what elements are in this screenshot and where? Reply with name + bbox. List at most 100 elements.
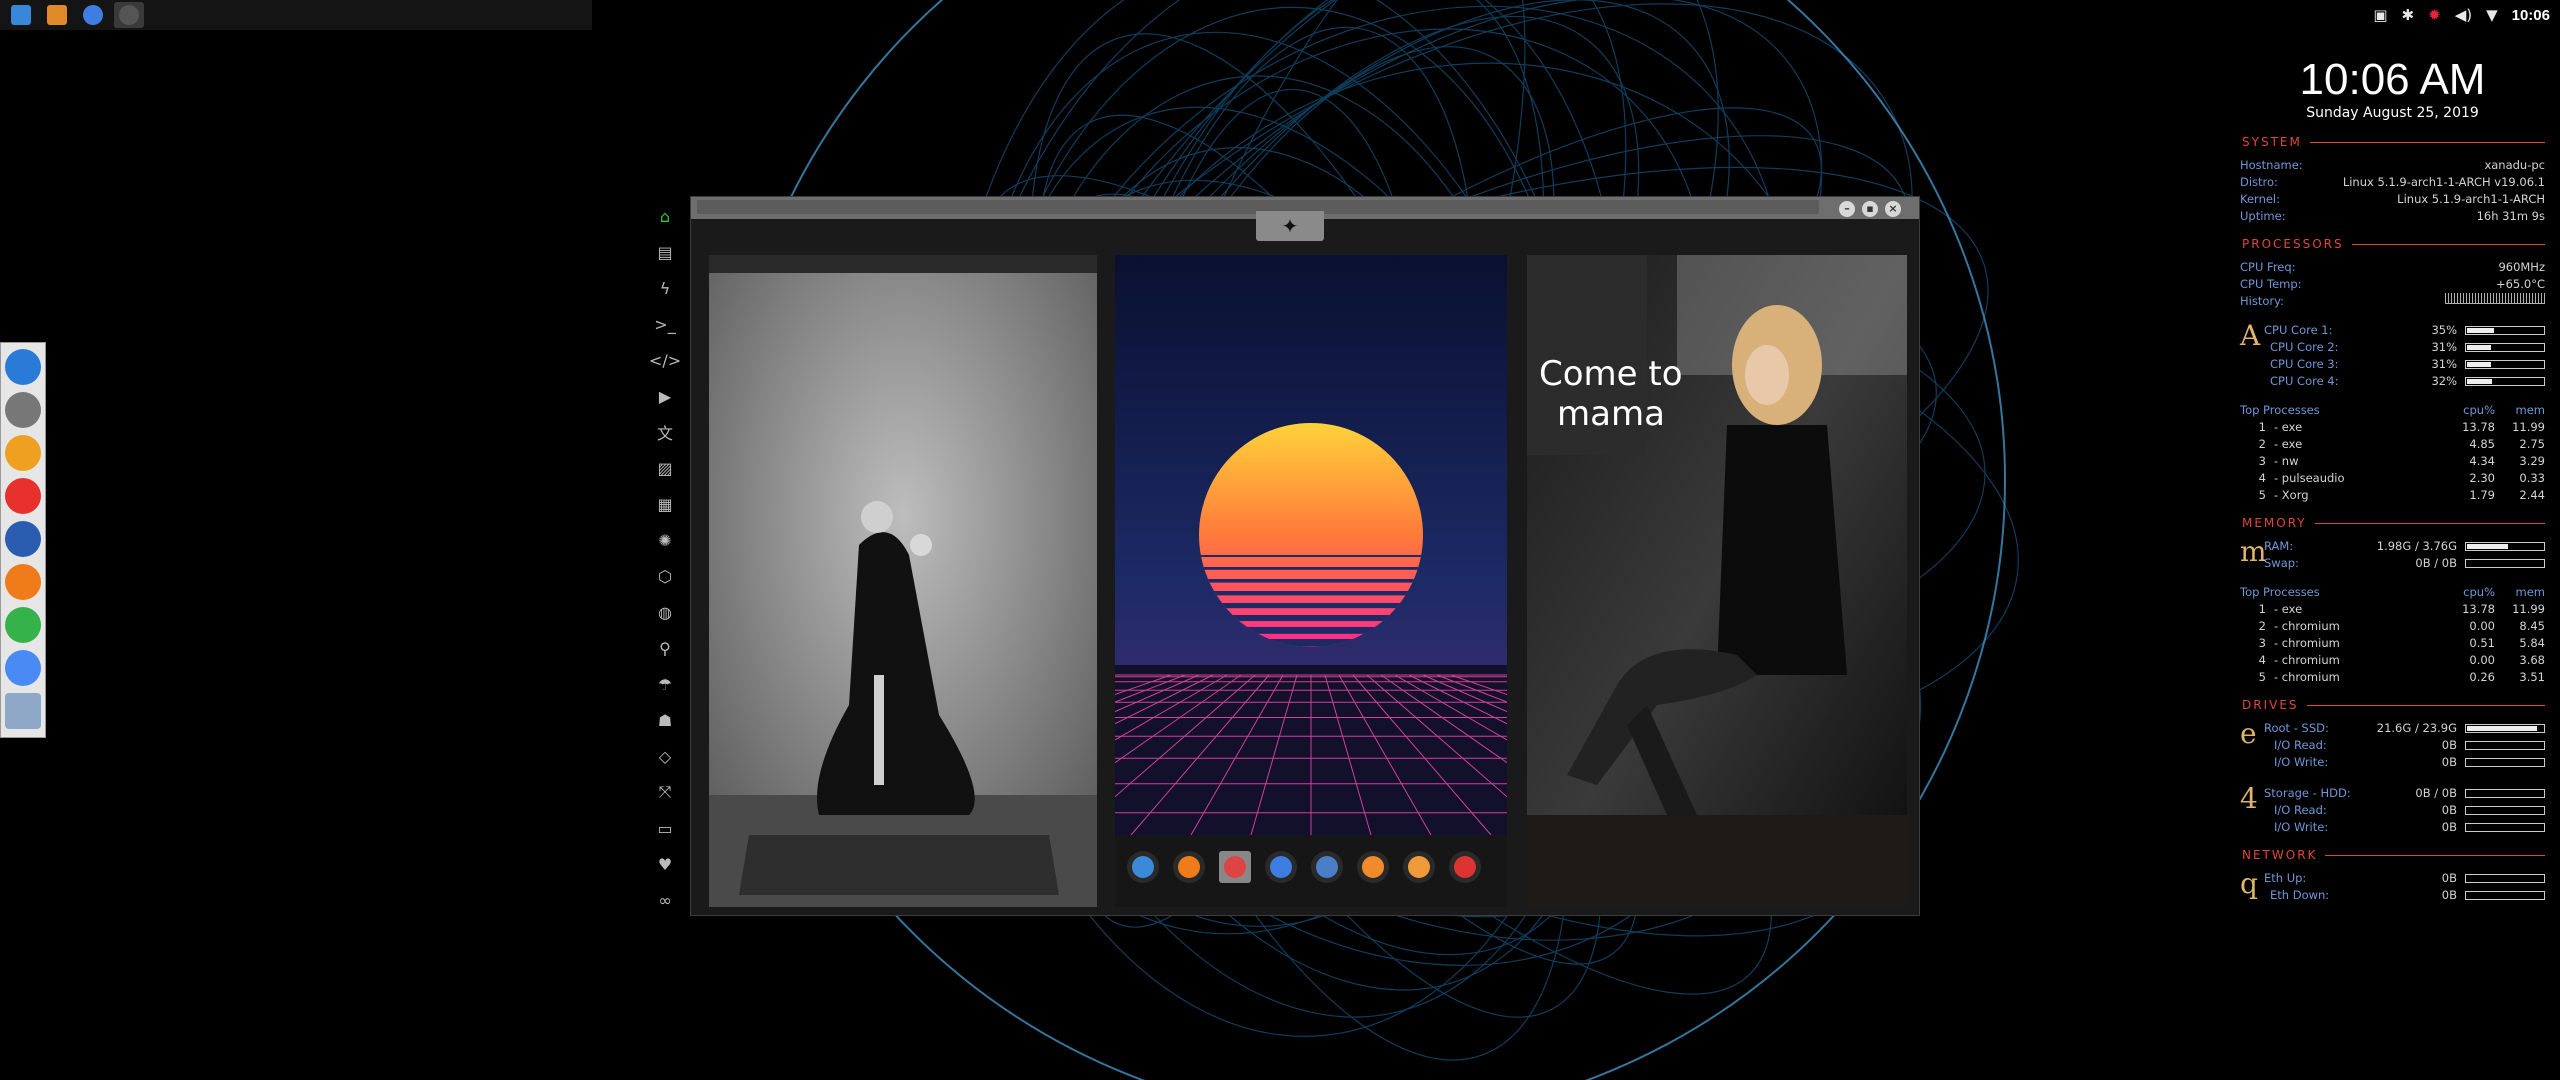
pdf-icon-glyph	[1454, 856, 1476, 878]
code-icon[interactable]: </>	[649, 342, 681, 378]
cpu-cores: A CPU Core 1: 35% CPU Core 2: 31% CPU Core 3…	[2240, 322, 2545, 390]
heart-icon[interactable]: ♥	[650, 846, 680, 882]
cpu-history-row: History:	[2240, 293, 2545, 310]
infinity-icon[interactable]: ∞	[650, 882, 680, 918]
files-icon[interactable]	[5, 349, 41, 385]
system-row: Distro: Linux 5.1.9-arch1-1-ARCH v19.06.1	[2240, 175, 2545, 189]
system-tray: ▣ ✱ ✹ ◀) ▼ 10:06	[2373, 0, 2560, 30]
settings-cog-icon[interactable]	[5, 435, 41, 471]
memory-header: MEMORY	[2242, 516, 2545, 530]
network-glyph-icon: q	[2240, 867, 2258, 900]
calendar-icon-glyph	[1224, 856, 1246, 878]
browser-globe-icon-glyph	[1270, 856, 1292, 878]
system-row: Hostname: xanadu-pc	[2240, 158, 2545, 172]
calculator-icon-glyph	[1132, 856, 1154, 878]
aperture-icon[interactable]: ✺	[650, 522, 680, 558]
process-row: 3- chromium 0.51 5.84	[2258, 636, 2545, 650]
cpu-core-bar	[2465, 343, 2545, 352]
hexagon-icon[interactable]: ⬡	[650, 558, 680, 594]
screenshot-icon[interactable]	[5, 521, 41, 557]
root-drive-glyph-icon: e	[2240, 717, 2257, 750]
cpu-core-row: CPU Core 4: 32%	[2264, 373, 2545, 390]
system-header: SYSTEM	[2242, 135, 2545, 149]
conky-date: Sunday August 25, 2019	[2306, 105, 2479, 121]
home-icon[interactable]: ⌂	[650, 198, 680, 234]
app-icon	[119, 5, 139, 25]
cpu-glyph-icon: A	[2240, 319, 2261, 352]
cpu-history-graph	[2445, 293, 2545, 304]
image-icon[interactable]: ▨	[650, 450, 680, 486]
minimize-button[interactable]: –	[1839, 201, 1855, 217]
conky-clock: 10:06 AM	[2299, 55, 2486, 104]
process-row: 3- nw 4.34 3.29	[2258, 454, 2545, 468]
network-header: NETWORK	[2242, 848, 2545, 862]
storage-drive-glyph-icon: 4	[2240, 782, 2258, 815]
storage-drive-block: 4 Storage - HDD: 0B / 0B I/O Read: 0B I/O …	[2240, 785, 2545, 836]
process-row: 2- exe 4.85 2.75	[2258, 437, 2545, 451]
tray-clock[interactable]: 10:06	[2512, 7, 2550, 24]
expand-icon[interactable]: ⤧	[650, 774, 680, 810]
ram-bar	[2465, 542, 2545, 551]
umbrella-icon[interactable]: ☂	[650, 666, 680, 702]
terminal-icon[interactable]: >_	[650, 306, 680, 342]
updates-icon[interactable]: ✹	[2428, 6, 2441, 24]
chromium-icon[interactable]	[5, 650, 41, 686]
wifi-icon[interactable]: ▼	[2486, 6, 2498, 24]
globe-icon[interactable]: ◍	[650, 594, 680, 630]
lightning-icon[interactable]: ϟ	[650, 270, 680, 306]
active-window-button[interactable]	[114, 2, 144, 28]
globe-grid-icon[interactable]	[5, 693, 41, 729]
play-icon[interactable]: ▶	[650, 378, 680, 414]
bluetooth-icon[interactable]: ✱	[2402, 6, 2415, 24]
memory-glyph-icon: m	[2240, 535, 2267, 568]
volume-icon[interactable]: ◀)	[2455, 6, 2472, 24]
process-row: 4- pulseaudio 2.30 0.33	[2258, 471, 2545, 485]
search-icon[interactable]: ⚲	[650, 630, 680, 666]
cpu-freq-row: CPU Freq: 960MHz	[2240, 260, 2545, 274]
magnifier-icon-glyph	[1362, 856, 1384, 878]
news-icon[interactable]: ▦	[650, 486, 680, 522]
system-info: Hostname: xanadu-pc Distro: Linux 5.1.9-arc…	[2240, 157, 2545, 225]
process-row: 5- Xorg 1.79 2.44	[2258, 488, 2545, 502]
process-row: 5- chromium 0.26 3.51	[2258, 670, 2545, 684]
mem-top-processes: 1- exe 13.78 11.99 2- chromium 0.00 8.45 3- ch…	[2240, 601, 2545, 686]
processors-header: PROCESSORS	[2242, 237, 2545, 251]
app-dock	[0, 342, 46, 738]
youtube-icon[interactable]: ▭	[650, 810, 680, 846]
screenshot-tray-icon[interactable]: ▣	[2373, 6, 2387, 24]
drives-header: DRIVES	[2242, 698, 2545, 712]
terminal-arrow-icon-glyph	[1178, 856, 1200, 878]
cpu-core-row: CPU Core 2: 31%	[2264, 339, 2545, 356]
icon-sidebar: ⌂ ▤ ϟ >_ </> ▶ 文 ▨ ▦ ✺ ⬡ ◍ ⚲ ☂ ☗ ◇ ⤧ ▭ ♥…	[648, 198, 682, 918]
document-icon[interactable]: ▤	[650, 234, 680, 270]
process-row: 1- exe 13.78 11.99	[2258, 420, 2545, 434]
chromium-launcher[interactable]	[78, 2, 108, 28]
terminal-dollar-icon[interactable]	[5, 392, 41, 428]
chromium-icon	[83, 5, 103, 25]
bw-photo	[709, 255, 1097, 907]
contact-icon[interactable]: ☗	[650, 702, 680, 738]
process-row: 2- chromium 0.00 8.45	[2258, 619, 2545, 633]
translate-icon[interactable]: 文	[650, 414, 680, 450]
system-monitor-icon[interactable]	[5, 607, 41, 643]
process-row: 1- exe 13.78 11.99	[2258, 602, 2545, 616]
conky-monitor: 10:06 AM Sunday August 25, 2019 SYSTEM H…	[2240, 55, 2545, 904]
swap-row: Swap: 0B / 0B	[2264, 555, 2545, 572]
files-launcher[interactable]	[6, 2, 36, 28]
maximize-button[interactable]: ▪	[1862, 201, 1878, 217]
synthwave-panel	[1115, 255, 1507, 907]
cpu-top-head: Top Processes cpu% mem	[2240, 403, 2545, 417]
cpu-core-bar	[2465, 360, 2545, 369]
vivaldi-icon[interactable]	[5, 478, 41, 514]
image-viewer-icon-glyph	[1408, 856, 1430, 878]
root-drive-block: e Root - SSD: 21.6G / 23.9G I/O Read: 0B I…	[2240, 720, 2545, 771]
rebel-alliance-logo-icon: ✦	[1256, 211, 1324, 241]
image-viewer-window[interactable]: – ▪ × ✦ Come to mama	[690, 196, 1920, 916]
code-brackets-icon[interactable]: ◇	[650, 738, 680, 774]
sublime-launcher[interactable]	[42, 2, 72, 28]
folder-icon	[11, 5, 31, 25]
sublime-s-icon[interactable]	[5, 564, 41, 600]
close-button[interactable]: ×	[1885, 201, 1901, 217]
system-row: Uptime: 16h 31m 9s	[2240, 209, 2545, 223]
overlay-text-line2: mama	[1557, 394, 1665, 434]
